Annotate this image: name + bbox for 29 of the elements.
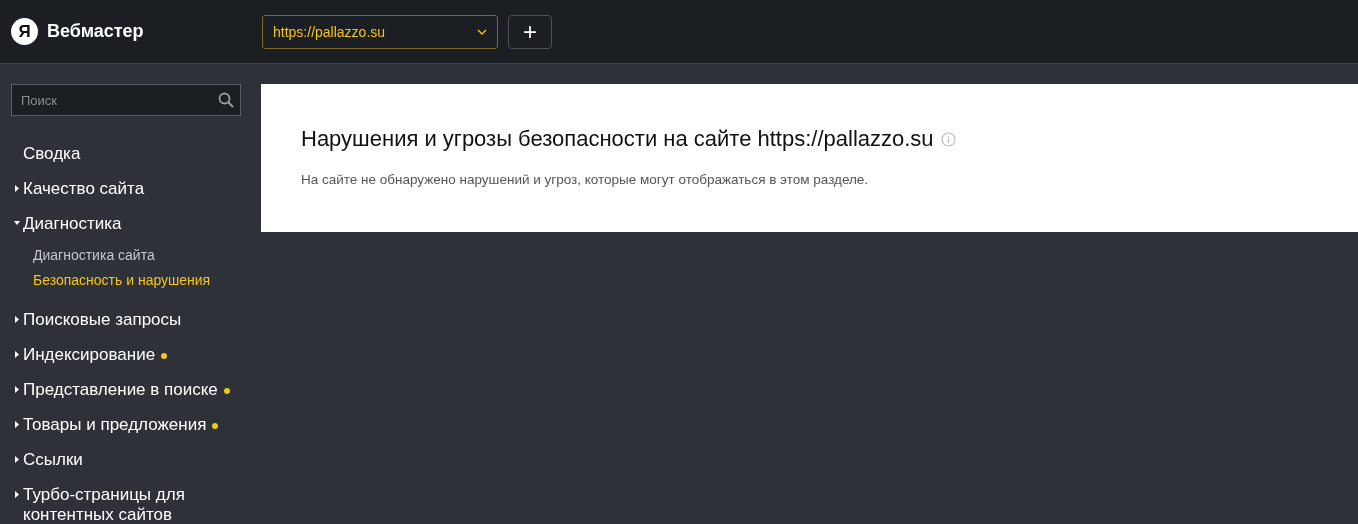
nav-subitem[interactable]: Диагностика сайта — [33, 246, 261, 264]
nav-subitem[interactable]: Безопасность и нарушения — [33, 271, 261, 289]
app-title: Вебмастер — [47, 21, 144, 42]
caret-icon — [14, 220, 20, 227]
logo-icon[interactable]: Я — [11, 18, 38, 45]
nav-item[interactable]: Представление в поиске — [23, 380, 218, 400]
nav-item[interactable]: Турбо-страницы для контентных сайтов — [23, 485, 223, 523]
nav-item[interactable]: Сводка — [23, 144, 81, 164]
caret-icon — [14, 351, 20, 358]
search-box[interactable]: Поиск — [11, 84, 241, 116]
caret-icon — [14, 386, 20, 393]
site-select[interactable]: https://pallazzo.su — [262, 14, 498, 49]
nav-item[interactable]: Поисковые запросы — [23, 310, 182, 330]
status-message: На сайте не обнаружено нарушений и угроз, которые могут отображаться в этом разделе. — [301, 172, 870, 187]
search-field[interactable]: Поиск — [19, 91, 218, 109]
chevron-icon — [477, 28, 487, 35]
add-button[interactable]: + — [508, 14, 552, 49]
caret-icon — [14, 421, 20, 428]
caret-icon — [14, 456, 20, 463]
caret-icon — [14, 185, 20, 192]
nav-item[interactable]: Индексирование — [23, 345, 156, 365]
nav-item[interactable]: Товары и предложения — [23, 415, 207, 435]
search-icon[interactable] — [218, 92, 234, 108]
caret-icon — [14, 491, 20, 498]
nav-item[interactable]: Качество сайта — [23, 179, 145, 199]
nav-item[interactable]: Диагностика — [23, 214, 122, 234]
page-title: Нарушения и угрозы безопасности на сайте https://pallazzo.su — [301, 126, 934, 152]
nav-item[interactable]: Ссылки — [23, 450, 83, 470]
caret-icon — [14, 316, 20, 323]
